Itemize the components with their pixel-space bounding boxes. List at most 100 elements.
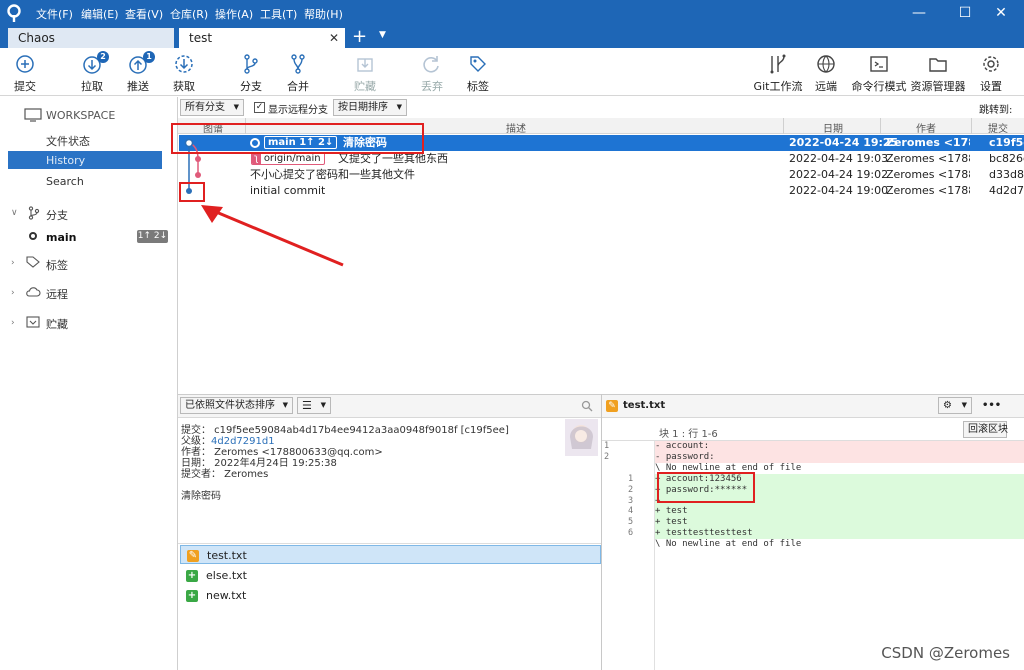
minimize-button[interactable]: —: [896, 0, 942, 26]
sidebar-section-tags[interactable]: 标签: [46, 257, 68, 273]
sidebar-item-search[interactable]: Search: [46, 175, 84, 188]
modified-file-icon: ✎: [606, 400, 618, 412]
menu-actions[interactable]: 操作(A): [215, 6, 253, 22]
diff-file-name: test.txt: [623, 400, 666, 411]
branch-icon: [244, 54, 258, 74]
tag-icon: [26, 256, 40, 268]
menu-repository[interactable]: 仓库(R): [170, 6, 208, 22]
new-line-number: 4: [628, 506, 634, 516]
settings-button[interactable]: 设置: [966, 50, 1016, 94]
commit-hash: 4d2d729: [989, 184, 1024, 197]
merge-icon: [291, 54, 305, 74]
tab-chaos[interactable]: Chaos: [8, 28, 174, 48]
watermark: CSDN @Zeromes: [881, 644, 1010, 662]
commit-hash: bc826c4: [989, 152, 1024, 165]
more-options-button[interactable]: •••: [982, 400, 1001, 411]
discard-hunk-button[interactable]: 回滚区块: [963, 421, 1008, 438]
column-commit[interactable]: 提交: [988, 120, 1008, 135]
commit-author: Zeromes <17880: [886, 168, 970, 181]
remote-button[interactable]: 远端: [801, 50, 851, 94]
close-tab-icon[interactable]: ✕: [329, 28, 339, 48]
merge-button[interactable]: 合并: [273, 50, 323, 94]
sidebar-section-branches[interactable]: 分支: [46, 207, 68, 223]
column-description[interactable]: 描述: [506, 120, 526, 135]
stash-button[interactable]: 贮藏: [340, 50, 390, 94]
push-button[interactable]: 1 推送: [113, 50, 163, 94]
chevron-down-icon: ▼: [233, 103, 239, 111]
column-divider[interactable]: [971, 118, 972, 134]
close-window-button[interactable]: ✕: [978, 0, 1024, 26]
file-sort-select[interactable]: 已依照文件状态排序 ▼: [180, 397, 293, 414]
sort-order-select[interactable]: 按日期排序 ▼: [333, 99, 407, 116]
push-count-badge: 1: [143, 51, 155, 63]
chevron-right-icon[interactable]: ›: [11, 288, 15, 298]
column-author[interactable]: 作者: [916, 120, 936, 135]
new-line-number: 6: [628, 528, 634, 538]
jump-to-label[interactable]: 跳转到:: [979, 101, 1012, 116]
new-line-number: 2: [628, 485, 634, 495]
added-file-icon: +: [186, 570, 198, 582]
file-row-test[interactable]: ✎ test.txt: [180, 545, 601, 564]
file-row-else[interactable]: + else.txt: [180, 566, 601, 585]
discard-button[interactable]: 丢弃: [407, 50, 457, 94]
chevron-down-icon: ▼: [320, 401, 326, 409]
commit-node: [195, 156, 201, 162]
menu-file[interactable]: 文件(F): [36, 6, 73, 22]
diff-options-button[interactable]: ⚙ ▼: [938, 397, 972, 414]
stash-icon: [26, 316, 40, 328]
commit-date: 2022-04-24 19:00: [789, 184, 889, 197]
modified-file-icon: ✎: [187, 550, 199, 562]
menu-help[interactable]: 帮助(H): [304, 6, 343, 22]
discard-icon: [423, 56, 439, 73]
chevron-down-icon[interactable]: ∨: [11, 208, 18, 218]
plus-circle-icon: [16, 55, 34, 73]
branch-ahead-behind-badge: 1↑ 2↓: [137, 230, 168, 243]
file-row-new[interactable]: + new.txt: [180, 586, 601, 605]
pull-count-badge: 2: [97, 51, 109, 63]
search-icon[interactable]: [581, 400, 593, 412]
menu-tools[interactable]: 工具(T): [260, 6, 297, 22]
tab-test[interactable]: test ✕: [179, 28, 345, 48]
column-divider[interactable]: [880, 118, 881, 134]
fetch-button[interactable]: 获取: [159, 50, 209, 94]
commit-row[interactable]: 不小心提交了密码和一些其他文件 2022-04-24 19:02 Zeromes…: [179, 167, 1024, 183]
terminal-button[interactable]: 命令行模式: [851, 50, 907, 94]
tab-label: Chaos: [18, 31, 55, 45]
menu-edit[interactable]: 编辑(E): [81, 6, 119, 22]
sidebar-item-history-label: History: [46, 154, 86, 167]
show-remote-label: 显示远程分支: [268, 105, 328, 116]
pull-button[interactable]: 2 拉取: [67, 50, 117, 94]
branch-filter-select[interactable]: 所有分支 ▼: [180, 99, 244, 116]
chevron-right-icon[interactable]: ›: [11, 258, 15, 268]
tab-list-dropdown-icon[interactable]: ▼: [379, 30, 386, 40]
commit-author: Zeromes <17880: [886, 184, 970, 197]
commit-date: 2022-04-24 19:03: [789, 152, 889, 165]
folder-icon: [929, 58, 947, 72]
fetch-icon: [175, 55, 193, 73]
chevron-right-icon[interactable]: ›: [11, 318, 15, 328]
tag-button[interactable]: 标签: [453, 50, 503, 94]
diff-line-deleted: - account:: [655, 441, 1024, 452]
show-remote-checkbox[interactable]: ✓: [254, 102, 265, 113]
branch-button[interactable]: 分支: [226, 50, 276, 94]
committer-line: 提交者： Zeromes: [181, 469, 269, 480]
sidebar-branch-main[interactable]: main: [46, 231, 77, 244]
sidebar-section-remotes[interactable]: 远程: [46, 286, 68, 302]
git-flow-button[interactable]: Git工作流: [751, 50, 805, 94]
view-mode-select[interactable]: ☰ ▼: [297, 397, 331, 414]
commit-author: Zeromes <17880: [886, 136, 970, 149]
workspace-header: WORKSPACE: [46, 109, 116, 122]
sidebar-section-stashes[interactable]: 贮藏: [46, 316, 68, 332]
commit-author: Zeromes <17880: [886, 152, 970, 165]
add-tab-button[interactable]: +: [352, 27, 367, 47]
monitor-icon: [24, 108, 42, 122]
column-divider[interactable]: [783, 118, 784, 134]
explorer-button[interactable]: 资源管理器: [910, 50, 966, 94]
pane-splitter[interactable]: [601, 394, 602, 670]
sidebar-item-file-status[interactable]: 文件状态: [46, 133, 90, 149]
column-date[interactable]: 日期: [823, 120, 843, 135]
commit-button[interactable]: 提交: [0, 50, 50, 94]
diff-line-context: \ No newline at end of file: [655, 539, 802, 549]
menu-view[interactable]: 查看(V): [125, 6, 163, 22]
commit-message: 不小心提交了密码和一些其他文件: [250, 168, 415, 181]
